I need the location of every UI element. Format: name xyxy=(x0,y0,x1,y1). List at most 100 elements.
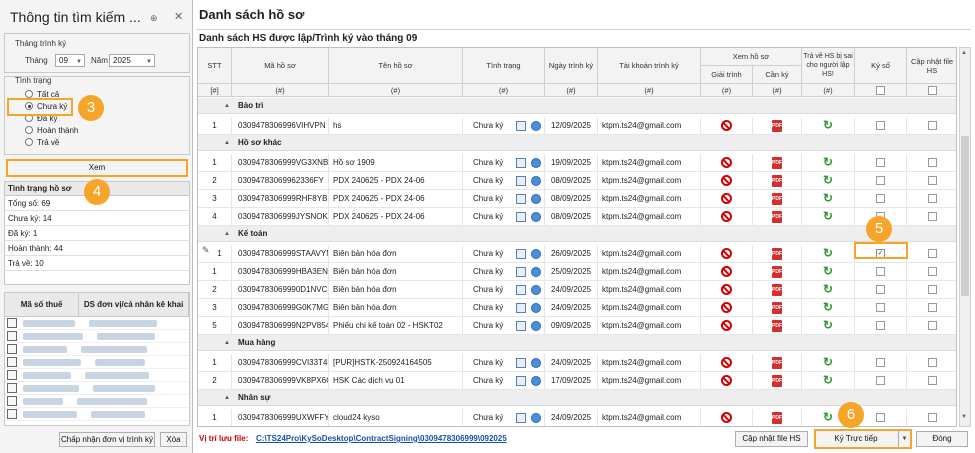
globe-icon[interactable] xyxy=(531,194,541,204)
explain-edit-icon[interactable] xyxy=(516,376,526,386)
expand-icon[interactable]: ▲ xyxy=(224,226,230,242)
sign-checkbox[interactable] xyxy=(876,121,885,130)
table-row[interactable]: 2 03094783069962336FY PDX 240625 - PDX 24-… xyxy=(198,172,956,190)
table-row[interactable]: ✎ 1 0309478306999STAAVYM Biên bản hóa đơn Ch… xyxy=(198,245,956,263)
sign-checkbox[interactable] xyxy=(876,321,885,330)
group-row[interactable]: ▲ Bảo trì xyxy=(198,98,956,114)
sign-checkbox[interactable] xyxy=(876,194,885,203)
update-file-checkbox[interactable] xyxy=(928,413,937,422)
sign-checkbox[interactable] xyxy=(876,413,885,422)
globe-icon[interactable] xyxy=(531,158,541,168)
table-row[interactable]: 1 0309478306999HBA3ENO Biên bản hóa đơn Chư… xyxy=(198,263,956,281)
chevron-down-icon[interactable]: ▼ xyxy=(898,431,910,447)
update-file-checkbox[interactable] xyxy=(928,121,937,130)
no-entry-icon[interactable] xyxy=(721,211,732,222)
filter-cell[interactable]: (#) xyxy=(463,84,545,97)
vertical-scrollbar[interactable]: ▲ ▼ xyxy=(959,47,971,427)
close-icon[interactable]: ✕ xyxy=(174,10,183,23)
tax-table-row[interactable] xyxy=(5,330,189,343)
pdf-icon[interactable]: PDF xyxy=(772,175,782,187)
no-entry-icon[interactable] xyxy=(721,284,732,295)
filter-cell[interactable]: [#] xyxy=(198,84,232,97)
pdf-icon[interactable]: PDF xyxy=(772,320,782,332)
sign-checkbox[interactable] xyxy=(876,376,885,385)
no-entry-icon[interactable] xyxy=(721,412,732,423)
delete-button[interactable]: Xóa xyxy=(160,432,187,447)
expand-icon[interactable]: ▲ xyxy=(224,390,230,406)
filter-cell[interactable]: (#) xyxy=(545,84,598,97)
group-row[interactable]: ▲ Kế toán xyxy=(198,226,956,242)
expand-icon[interactable]: ▲ xyxy=(224,335,230,351)
table-row[interactable]: 2 03094783069990D1NVCE Biên bản hóa đơn Chư… xyxy=(198,281,956,299)
tax-table-row[interactable] xyxy=(5,356,189,369)
col-status[interactable]: Tình trạng xyxy=(463,48,545,84)
refresh-icon[interactable]: ↻ xyxy=(823,411,835,423)
group-row[interactable]: ▲ Mua hàng xyxy=(198,335,956,351)
sign-checkbox[interactable] xyxy=(876,285,885,294)
globe-icon[interactable] xyxy=(531,249,541,259)
accept-units-button[interactable]: Chấp nhận đơn vị trình ký xyxy=(59,432,155,447)
tax-table-row[interactable] xyxy=(5,382,189,395)
refresh-icon[interactable]: ↻ xyxy=(823,247,835,259)
filter-cell[interactable]: (#) xyxy=(329,84,463,97)
refresh-icon[interactable]: ↻ xyxy=(823,374,835,386)
filter-cell[interactable]: (#) xyxy=(701,84,753,97)
status-radio-3[interactable]: Hoàn thành xyxy=(25,124,78,136)
no-entry-icon[interactable] xyxy=(721,320,732,331)
globe-icon[interactable] xyxy=(531,413,541,423)
update-file-checkbox[interactable] xyxy=(928,158,937,167)
tax-table-row[interactable] xyxy=(5,317,189,330)
filter-cell[interactable] xyxy=(855,84,907,97)
globe-icon[interactable] xyxy=(531,176,541,186)
update-file-checkbox[interactable] xyxy=(928,267,937,276)
no-entry-icon[interactable] xyxy=(721,375,732,386)
globe-icon[interactable] xyxy=(531,358,541,368)
update-file-checkbox[interactable] xyxy=(928,176,937,185)
scroll-thumb[interactable] xyxy=(961,136,969,296)
filter-cell[interactable]: (#) xyxy=(802,84,855,97)
explain-edit-icon[interactable] xyxy=(516,413,526,423)
globe-icon[interactable] xyxy=(531,303,541,313)
no-entry-icon[interactable] xyxy=(721,357,732,368)
col-date[interactable]: Ngày trình ký xyxy=(545,48,598,84)
explain-edit-icon[interactable] xyxy=(516,176,526,186)
globe-icon[interactable] xyxy=(531,267,541,277)
update-file-checkbox[interactable] xyxy=(928,376,937,385)
table-row[interactable]: 1 0309478306999VG3XNB9 Hồ sơ 1909 Chưa ký 19… xyxy=(198,154,956,172)
no-entry-icon[interactable] xyxy=(721,302,732,313)
scroll-up-icon[interactable]: ▲ xyxy=(961,50,967,56)
filter-cell[interactable] xyxy=(907,84,956,97)
pdf-icon[interactable]: PDF xyxy=(772,193,782,205)
update-file-checkbox[interactable] xyxy=(928,321,937,330)
select-all-checkbox[interactable] xyxy=(927,85,937,95)
tax-table-row[interactable] xyxy=(5,395,189,408)
filter-cell[interactable]: (#) xyxy=(232,84,329,97)
globe-icon[interactable] xyxy=(531,212,541,222)
pdf-icon[interactable]: PDF xyxy=(772,211,782,223)
update-file-checkbox[interactable] xyxy=(928,212,937,221)
pdf-icon[interactable]: PDF xyxy=(772,284,782,296)
expand-icon[interactable]: ▲ xyxy=(224,98,230,114)
refresh-icon[interactable]: ↻ xyxy=(823,301,835,313)
month-select[interactable]: 09 ▼ xyxy=(55,54,85,67)
sign-checkbox[interactable] xyxy=(876,358,885,367)
status-radio-4[interactable]: Trả về xyxy=(25,136,78,148)
refresh-icon[interactable]: ↻ xyxy=(823,319,835,331)
expand-icon[interactable]: ▲ xyxy=(224,135,230,151)
table-row[interactable]: 1 0309478306996VIHVPN hs Chưa ký 12/09/2025 k… xyxy=(198,117,956,135)
no-entry-icon[interactable] xyxy=(721,266,732,277)
col-stt[interactable]: STT xyxy=(198,48,232,84)
explain-edit-icon[interactable] xyxy=(516,321,526,331)
pdf-icon[interactable]: PDF xyxy=(772,157,782,169)
col-need-sign[interactable]: Cần ký xyxy=(753,66,802,84)
save-location-link[interactable]: C:\TS24Pro\KySoDesktop\ContractSigning\0… xyxy=(256,434,507,443)
explain-edit-icon[interactable] xyxy=(516,158,526,168)
sign-checkbox[interactable] xyxy=(876,303,885,312)
no-entry-icon[interactable] xyxy=(721,120,732,131)
pdf-icon[interactable]: PDF xyxy=(772,248,782,260)
col-explain[interactable]: Giải trình xyxy=(701,66,753,84)
refresh-icon[interactable]: ↻ xyxy=(823,174,835,186)
no-entry-icon[interactable] xyxy=(721,175,732,186)
explain-edit-icon[interactable] xyxy=(516,194,526,204)
no-entry-icon[interactable] xyxy=(721,248,732,259)
